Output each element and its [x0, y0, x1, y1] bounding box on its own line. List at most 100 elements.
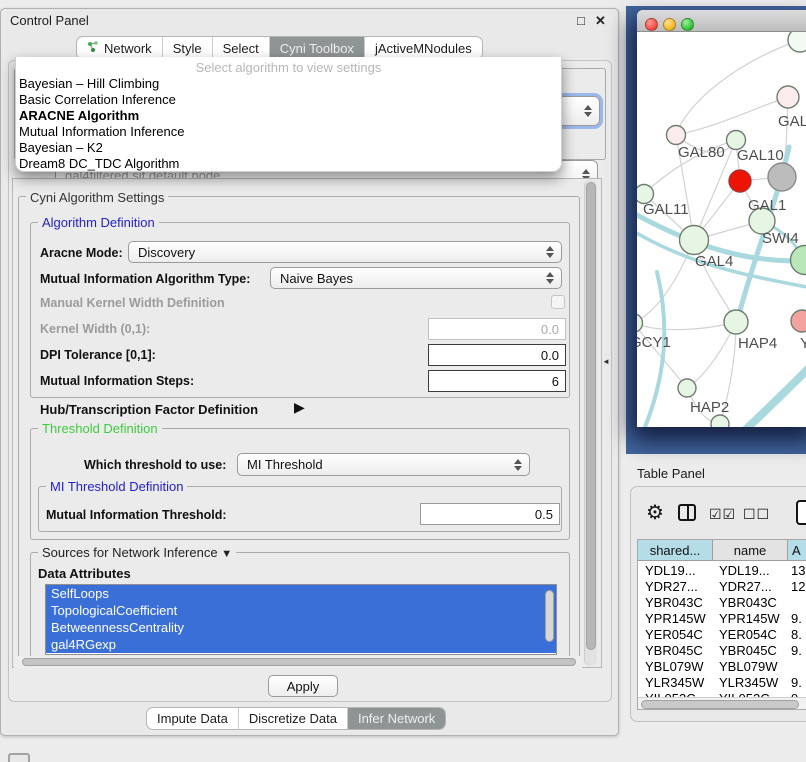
- manual-kernel-width-checkbox[interactable]: [551, 295, 565, 309]
- tab-style[interactable]: Style: [163, 37, 213, 59]
- scrollbar-thumb[interactable]: [22, 658, 576, 666]
- tab-infer-network[interactable]: Infer Network: [348, 708, 445, 729]
- table-cell[interactable]: YER054C: [645, 627, 703, 643]
- node-red[interactable]: [729, 170, 751, 192]
- column-header-name[interactable]: name: [712, 539, 788, 561]
- table-cell[interactable]: 9.: [791, 611, 802, 627]
- column-header-shared-name[interactable]: shared...: [637, 539, 713, 561]
- settings-vertical-scrollbar[interactable]: [584, 180, 597, 666]
- tab-cyni-toolbox[interactable]: Cyni Toolbox: [270, 37, 365, 59]
- list-item[interactable]: SelfLoops: [46, 585, 556, 602]
- combo-spinner-icon: [546, 246, 554, 258]
- node-gal4[interactable]: [680, 226, 709, 255]
- table-cell[interactable]: YBL079W: [645, 659, 704, 675]
- table-cell[interactable]: 12: [791, 579, 805, 595]
- mi-steps-field[interactable]: 6: [428, 370, 566, 392]
- node-label: HAP2: [690, 399, 729, 416]
- dropdown-item[interactable]: Dream8 DC_TDC Algorithm: [19, 156, 555, 172]
- aracne-mode-combo[interactable]: Discovery: [128, 241, 562, 263]
- hub-expander-label[interactable]: Hub/Transcription Factor Definition: [40, 402, 258, 417]
- document-icon[interactable]: [796, 500, 806, 525]
- table-cell[interactable]: 9.: [791, 675, 802, 691]
- node-bottom[interactable]: [711, 415, 729, 427]
- sources-title[interactable]: Sources for Network Inference ▼: [38, 545, 236, 560]
- minimize-traffic-light[interactable]: [663, 18, 676, 31]
- scrollbar-thumb[interactable]: [586, 182, 596, 650]
- list-item[interactable]: gal4RGexp: [46, 636, 556, 653]
- kernel-width-field[interactable]: 0.0: [428, 318, 566, 340]
- table-cell[interactable]: 8.: [791, 627, 802, 643]
- dropdown-prompt: Select algorithm to view settings: [16, 60, 561, 75]
- table-cell[interactable]: YDR27...: [719, 579, 772, 595]
- table-cell[interactable]: YPR145W: [719, 611, 780, 627]
- node-salmon[interactable]: [791, 310, 806, 332]
- mi-algorithm-type-combo[interactable]: Naive Bayes: [270, 267, 562, 289]
- node-label: GAL11: [643, 201, 689, 218]
- table-cell[interactable]: YDL19...: [645, 563, 696, 579]
- unchecked-checkboxes-icon[interactable]: ☐☐: [743, 506, 770, 523]
- node-top-right[interactable]: [788, 32, 806, 52]
- network-window-titlebar[interactable]: [637, 10, 806, 32]
- table-cell[interactable]: YBR045C: [719, 643, 777, 659]
- expander-right-icon[interactable]: ▶: [294, 399, 305, 416]
- tab-select[interactable]: Select: [213, 37, 270, 59]
- tab-network-label: Network: [104, 41, 152, 56]
- algorithm-dropdown-popup: Select algorithm to view settings Bayesi…: [15, 57, 562, 172]
- settings-horizontal-scrollbar[interactable]: [14, 656, 582, 668]
- node-gcy1[interactable]: [637, 314, 643, 333]
- column-header-clipped[interactable]: A: [787, 539, 806, 561]
- node-hap4[interactable]: [724, 310, 748, 334]
- tab-discretize-data[interactable]: Discretize Data: [239, 708, 348, 729]
- dropdown-item-selected[interactable]: ARACNE Algorithm: [19, 108, 555, 124]
- close-window-icon[interactable]: ✕: [595, 13, 606, 29]
- node-gray[interactable]: [768, 163, 796, 191]
- data-attributes-list[interactable]: SelfLoops TopologicalCoefficient Between…: [45, 584, 557, 655]
- table-cell[interactable]: YLR345W: [719, 675, 778, 691]
- dropdown-item[interactable]: Bayesian – Hill Climbing: [19, 76, 555, 92]
- table-cell[interactable]: YBR045C: [645, 643, 703, 659]
- table-cell[interactable]: YBR043C: [719, 595, 777, 611]
- scrollbar-thumb[interactable]: [641, 700, 799, 709]
- list-scrollbar-thumb[interactable]: [545, 590, 554, 642]
- table-panel-title: Table Panel: [637, 466, 705, 481]
- table-cell[interactable]: 13: [791, 563, 805, 579]
- node-gal80[interactable]: [667, 126, 686, 145]
- node-label: GAL4: [695, 253, 733, 270]
- mi-threshold-field[interactable]: 0.5: [420, 503, 560, 525]
- dropdown-item[interactable]: Mutual Information Inference: [19, 124, 555, 140]
- node-swi4[interactable]: [791, 246, 806, 275]
- columns-icon[interactable]: [678, 504, 696, 521]
- node-hap2[interactable]: [678, 379, 696, 397]
- float-window-icon[interactable]: □: [577, 13, 585, 28]
- tab-network[interactable]: Network: [77, 37, 163, 59]
- tab-jactivemnodules[interactable]: jActiveMNodules: [365, 37, 482, 59]
- table-horizontal-scrollbar[interactable]: [637, 697, 806, 710]
- zoom-traffic-light[interactable]: [681, 18, 694, 31]
- dropdown-item[interactable]: Basic Correlation Inference: [19, 92, 555, 108]
- close-traffic-light[interactable]: [645, 18, 658, 31]
- tab-impute-data[interactable]: Impute Data: [147, 708, 239, 729]
- list-item[interactable]: BetweennessCentrality: [46, 619, 556, 636]
- list-item[interactable]: TopologicalCoefficient: [46, 602, 556, 619]
- tab-style-label: Style: [173, 41, 202, 56]
- table-cell[interactable]: 9.: [791, 643, 802, 659]
- gear-icon[interactable]: ⚙: [646, 500, 664, 525]
- data-attributes-label: Data Attributes: [38, 566, 131, 581]
- table-cell[interactable]: YLR345W: [645, 675, 704, 691]
- tab-jactivemnodules-label: jActiveMNodules: [375, 41, 472, 56]
- table-cell[interactable]: YBL079W: [719, 659, 778, 675]
- node-gal-partial[interactable]: [777, 86, 799, 108]
- mi-threshold-label: Mutual Information Threshold:: [46, 508, 227, 522]
- which-threshold-label: Which threshold to use:: [84, 458, 226, 472]
- checked-checkboxes-icon[interactable]: ☑☑: [709, 506, 736, 523]
- apply-button[interactable]: Apply: [268, 675, 338, 697]
- table-cell[interactable]: YDL19...: [719, 563, 770, 579]
- dpi-tolerance-field[interactable]: 0.0: [428, 344, 566, 366]
- dropdown-item[interactable]: Bayesian – K2: [19, 140, 555, 156]
- network-graph-canvas[interactable]: GAL GAL80 GAL10 GAL11 GAL1 SWI4 GAL4 GCY…: [637, 32, 806, 427]
- table-cell[interactable]: YDR27...: [645, 579, 698, 595]
- table-cell[interactable]: YER054C: [719, 627, 777, 643]
- which-threshold-combo[interactable]: MI Threshold: [237, 453, 530, 476]
- table-cell[interactable]: YPR145W: [645, 611, 706, 627]
- table-cell[interactable]: YBR043C: [645, 595, 703, 611]
